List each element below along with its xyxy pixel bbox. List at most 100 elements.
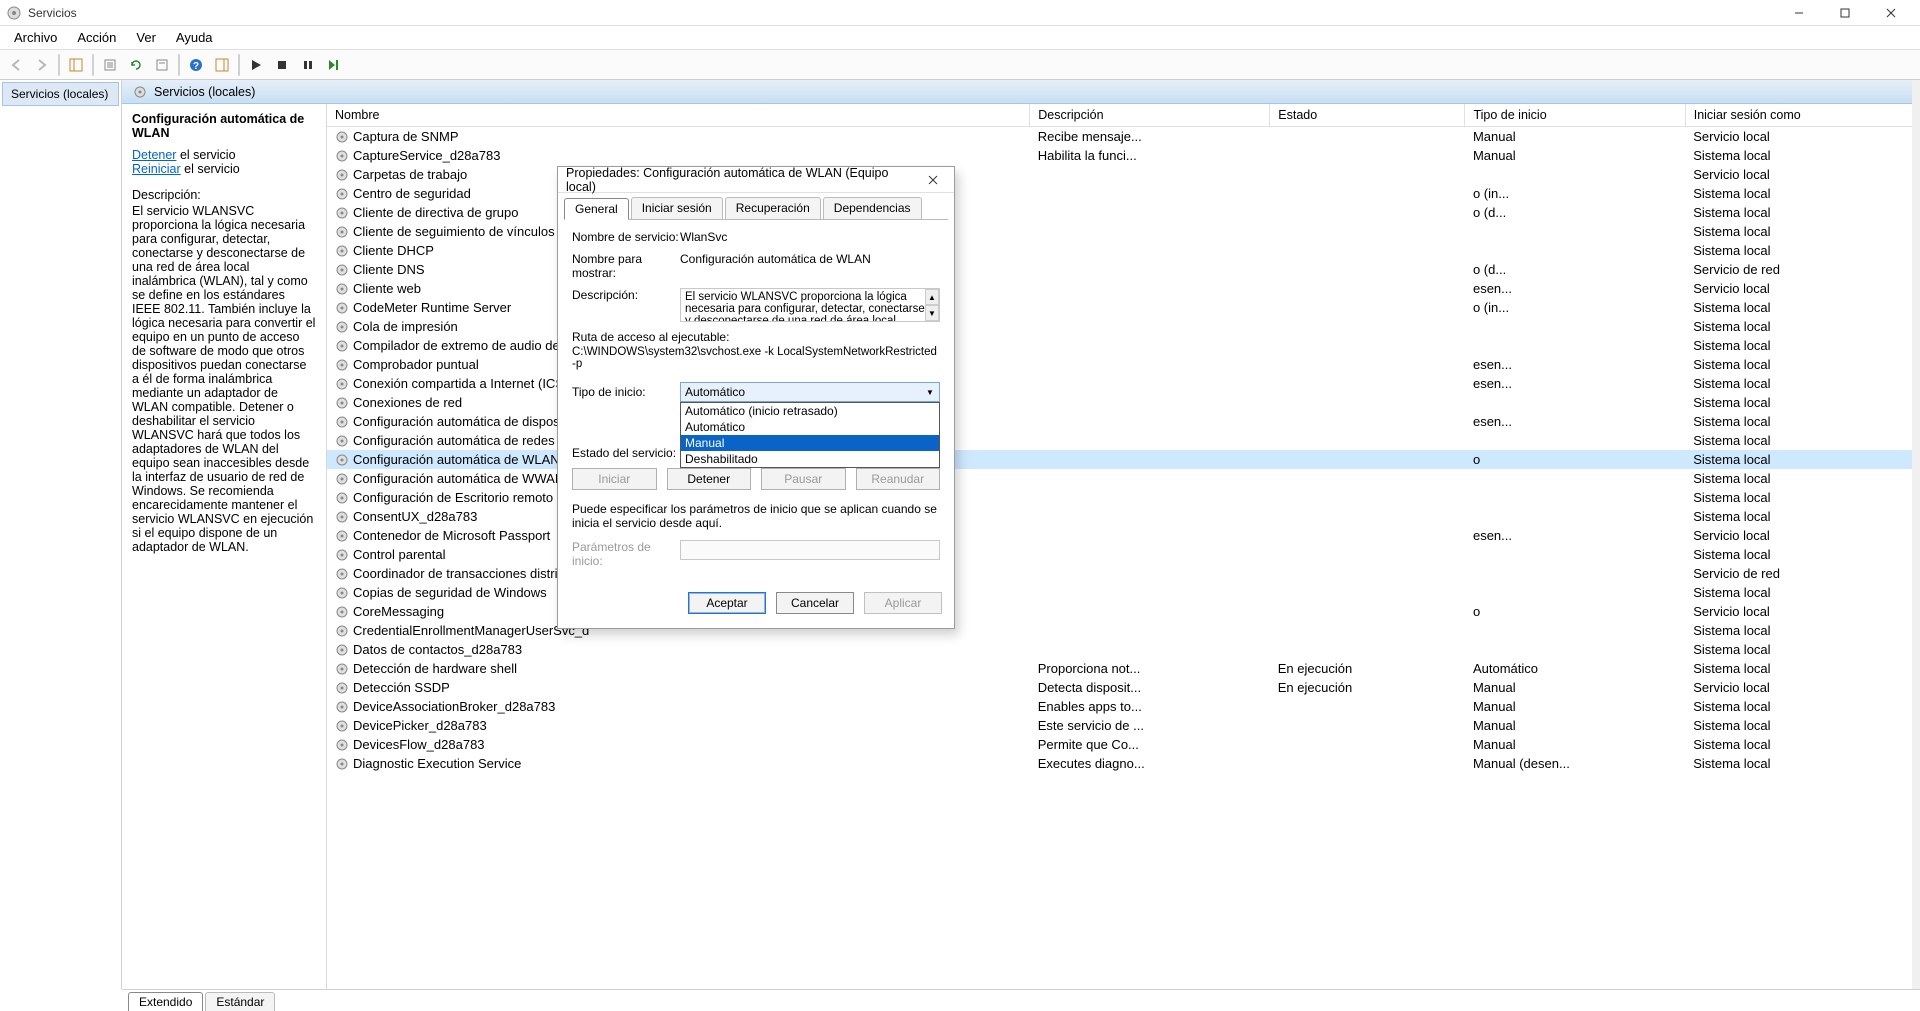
startup-option-auto[interactable]: Automático <box>681 419 939 435</box>
startup-type-combo[interactable]: Automático ▼ Automático (inicio retrasad… <box>680 382 940 402</box>
nav-back-button[interactable] <box>4 53 28 77</box>
dialog-tab-logon[interactable]: Iniciar sesión <box>631 197 723 219</box>
tree-node-services-local[interactable]: Servicios (locales) <box>2 82 119 106</box>
dialog-close-button[interactable] <box>920 169 946 191</box>
dialog-tab-deps[interactable]: Dependencias <box>823 197 922 219</box>
gear-icon <box>335 624 349 638</box>
stop-service-button[interactable] <box>270 53 294 77</box>
tab-extended[interactable]: Extendido <box>128 992 203 1011</box>
cell-name: DevicePicker_d28a783 <box>353 718 487 733</box>
minimize-button[interactable] <box>1776 0 1822 26</box>
cell-desc <box>1030 526 1270 545</box>
cell-logon: Sistema local <box>1685 754 1919 773</box>
cell-logon: Sistema local <box>1685 469 1919 488</box>
cell-name: DeviceAssociationBroker_d28a783 <box>353 699 555 714</box>
table-row[interactable]: Diagnostic Execution ServiceExecutes dia… <box>327 754 1920 773</box>
console-tree[interactable]: Servicios (locales) <box>0 80 122 989</box>
cell-name: Conexión compartida a Internet (ICS) <box>353 376 568 391</box>
toolbar: ? <box>0 50 1920 80</box>
pause-service-button[interactable] <box>296 53 320 77</box>
table-row[interactable]: Datos de contactos_d28a783Sistema local <box>327 640 1920 659</box>
table-row[interactable]: Detección SSDPDetecta disposit...En ejec… <box>327 678 1920 697</box>
table-row[interactable]: DevicesFlow_d28a783Permite que Co...Manu… <box>327 735 1920 754</box>
cell-name: Copias de seguridad de Windows <box>353 585 547 600</box>
gear-icon <box>335 472 349 486</box>
cell-start: o (in... <box>1465 184 1685 203</box>
cell-desc <box>1030 602 1270 621</box>
desc-scroll-up[interactable]: ▲ <box>925 289 939 305</box>
cell-name: Cliente de seguimiento de vínculos dist <box>353 224 578 239</box>
menu-action[interactable]: Acción <box>67 26 126 49</box>
dialog-pause-button[interactable]: Pausar <box>761 468 846 490</box>
dialog-resume-button[interactable]: Reanudar <box>856 468 941 490</box>
dialog-ok-button[interactable]: Aceptar <box>688 592 766 614</box>
table-row[interactable]: Captura de SNMPRecibe mensaje...ManualSe… <box>327 127 1920 147</box>
cell-logon: Sistema local <box>1685 393 1919 412</box>
cell-start <box>1465 488 1685 507</box>
menu-file[interactable]: Archivo <box>4 26 67 49</box>
restart-service-button[interactable] <box>322 53 346 77</box>
dialog-start-button[interactable]: Iniciar <box>572 468 657 490</box>
dialog-tab-recovery[interactable]: Recuperación <box>725 197 821 219</box>
menu-view[interactable]: Ver <box>126 26 166 49</box>
col-state[interactable]: Estado <box>1270 104 1465 127</box>
startup-option-disabled[interactable]: Deshabilitado <box>681 451 939 467</box>
selected-service-title: Configuración automática de WLAN <box>132 112 316 140</box>
cell-start <box>1465 317 1685 336</box>
table-row[interactable]: DevicePicker_d28a783Este servicio de ...… <box>327 716 1920 735</box>
dialog-apply-button[interactable]: Aplicar <box>864 592 942 614</box>
services-app-icon <box>6 5 22 21</box>
help-button[interactable]: ? <box>184 53 208 77</box>
view-tabs: Extendido Estándar <box>122 989 1920 1011</box>
show-hide-action-pane-button[interactable] <box>210 53 234 77</box>
maximize-button[interactable] <box>1822 0 1868 26</box>
description-box-text: El servicio WLANSVC proporciona la lógic… <box>685 291 925 322</box>
col-logon[interactable]: Iniciar sesión como <box>1685 104 1919 127</box>
cell-state <box>1270 583 1465 602</box>
tab-standard[interactable]: Estándar <box>205 992 275 1011</box>
cell-desc <box>1030 640 1270 659</box>
cell-name: CodeMeter Runtime Server <box>353 300 511 315</box>
close-button[interactable] <box>1868 0 1914 26</box>
cell-logon: Sistema local <box>1685 412 1919 431</box>
cell-state <box>1270 431 1465 450</box>
dialog-tab-general[interactable]: General <box>564 198 629 220</box>
table-row[interactable]: DeviceAssociationBroker_d28a783Enables a… <box>327 697 1920 716</box>
refresh-button[interactable] <box>124 53 148 77</box>
properties-button[interactable] <box>150 53 174 77</box>
cell-start <box>1465 621 1685 640</box>
menubar: Archivo Acción Ver Ayuda <box>0 26 1920 50</box>
cell-logon: Sistema local <box>1685 146 1919 165</box>
description-box[interactable]: El servicio WLANSVC proporciona la lógic… <box>680 288 940 322</box>
cell-state: En ejecución <box>1270 659 1465 678</box>
nav-forward-button[interactable] <box>30 53 54 77</box>
table-row[interactable]: CaptureService_d28a783Habilita la funci.… <box>327 146 1920 165</box>
show-hide-tree-button[interactable] <box>64 53 88 77</box>
restart-service-link[interactable]: Reiniciar <box>132 162 181 176</box>
dialog-stop-button[interactable]: Detener <box>667 468 752 490</box>
cell-desc <box>1030 355 1270 374</box>
content-header-title: Servicios (locales) <box>154 85 255 99</box>
col-desc[interactable]: Descripción <box>1030 104 1270 127</box>
export-list-button[interactable] <box>98 53 122 77</box>
menu-help[interactable]: Ayuda <box>166 26 223 49</box>
startup-option-manual[interactable]: Manual <box>681 435 939 451</box>
cell-state: En ejecución <box>1270 678 1465 697</box>
col-start[interactable]: Tipo de inicio <box>1465 104 1685 127</box>
table-row[interactable]: Detección de hardware shellProporciona n… <box>327 659 1920 678</box>
stop-service-suffix: el servicio <box>176 148 235 162</box>
cell-state <box>1270 716 1465 735</box>
vertical-scrollbar[interactable] <box>1912 80 1920 989</box>
stop-service-link[interactable]: Detener <box>132 148 176 162</box>
dialog-cancel-button[interactable]: Cancelar <box>776 592 854 614</box>
cell-logon: Sistema local <box>1685 298 1919 317</box>
start-service-button[interactable] <box>244 53 268 77</box>
col-name[interactable]: Nombre <box>327 104 1030 127</box>
svg-text:?: ? <box>193 61 199 72</box>
start-params-input[interactable] <box>680 540 940 560</box>
startup-type-options: Automático (inicio retrasado) Automático… <box>680 402 940 468</box>
startup-option-delayed[interactable]: Automático (inicio retrasado) <box>681 403 939 419</box>
cell-start: Manual (desen... <box>1465 754 1685 773</box>
cell-start: Manual <box>1465 697 1685 716</box>
desc-scroll-down[interactable]: ▼ <box>925 305 939 321</box>
